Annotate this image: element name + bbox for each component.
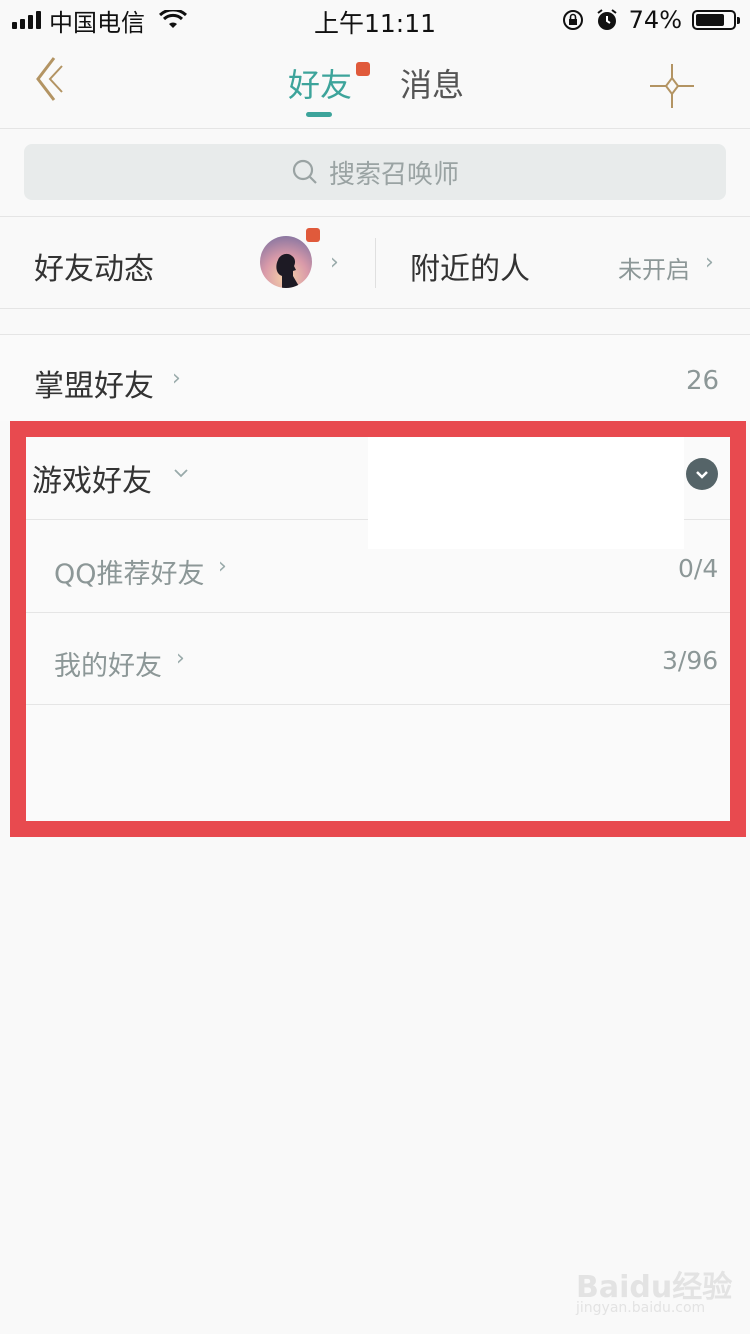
- my-friends-label: 我的好友: [54, 651, 162, 682]
- chevron-down-icon: [696, 471, 708, 479]
- active-tab-indicator: [306, 112, 332, 117]
- nearby-status: 未开启: [618, 256, 690, 284]
- status-bar: 中国电信 上午11:11 74%: [0, 0, 750, 40]
- rotation-lock-icon: [562, 10, 583, 30]
- watermark-url: jingyan.baidu.com: [576, 1300, 706, 1316]
- game-friends-label: 游戏好友: [32, 464, 152, 499]
- chevron-right-icon: ›: [705, 250, 714, 275]
- search-placeholder: 搜索召唤师: [328, 159, 459, 190]
- feed-badge-dot: [306, 228, 320, 242]
- chevron-right-icon: ›: [330, 250, 339, 275]
- avatar: [260, 236, 312, 288]
- add-friend-icon[interactable]: [648, 62, 696, 110]
- search-input[interactable]: 搜索召唤师: [24, 144, 726, 200]
- tab-friends[interactable]: 好友: [288, 60, 352, 106]
- battery-percent: 74%: [628, 6, 682, 34]
- status-right: 74%: [561, 6, 740, 34]
- chevron-right-icon: ›: [218, 554, 227, 579]
- divider: [0, 308, 750, 309]
- back-icon[interactable]: [30, 54, 70, 104]
- tab-messages[interactable]: 消息: [400, 60, 464, 106]
- chevron-right-icon: ›: [172, 366, 181, 391]
- chevron-right-icon: ›: [176, 646, 185, 671]
- friend-feed-label: 好友动态: [34, 252, 154, 287]
- expand-button[interactable]: [686, 458, 718, 490]
- league-friends-count: 26: [686, 366, 720, 396]
- divider: [26, 704, 730, 705]
- battery-icon: [692, 10, 740, 30]
- qq-recommend-count: 0/4: [678, 554, 719, 583]
- nearby-label: 附近的人: [410, 252, 530, 287]
- league-friends-label: 掌盟好友: [34, 369, 154, 404]
- friends-badge-dot: [356, 62, 370, 76]
- alarm-icon: [597, 9, 617, 30]
- qq-recommend-label: QQ推荐好友: [54, 559, 205, 590]
- chevron-down-icon: [174, 469, 188, 478]
- top-nav: 好友 消息: [0, 40, 750, 129]
- search-icon: [292, 159, 317, 184]
- my-friends-count: 3/96: [662, 646, 719, 675]
